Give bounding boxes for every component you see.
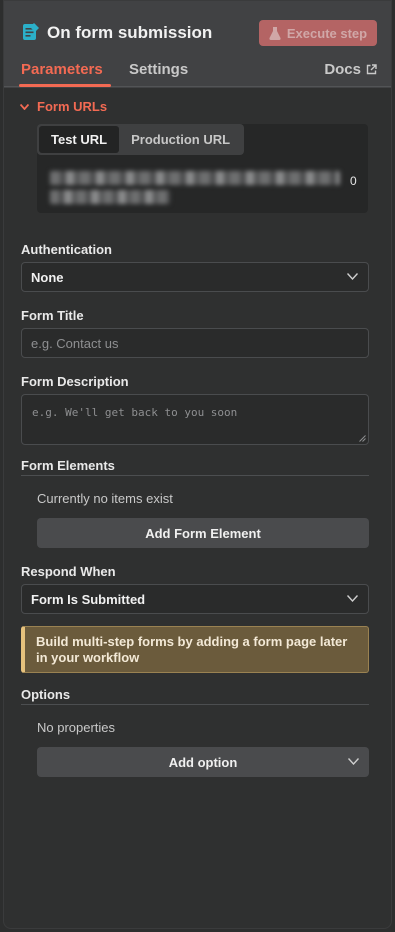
chevron-down-icon (347, 273, 358, 280)
test-url-option[interactable]: Test URL (39, 126, 120, 153)
resize-grip-icon[interactable] (359, 435, 366, 442)
options-divider (21, 704, 369, 705)
active-tab-indicator (19, 84, 111, 87)
redacted-url-line (50, 171, 340, 185)
url-tail-text: 0 (350, 174, 357, 188)
form-urls-label: Form URLs (37, 99, 108, 114)
form-elements-empty: Currently no items exist (37, 491, 173, 506)
parameters-content (4, 88, 391, 928)
form-title-label: Form Title (21, 308, 84, 323)
multi-step-notice: Build multi-step forms by adding a form … (21, 626, 369, 673)
form-node-icon (23, 23, 39, 40)
respond-when-value: Form Is Submitted (31, 591, 146, 607)
form-elements-label: Form Elements (21, 458, 115, 473)
docs-label: Docs (324, 61, 361, 78)
form-title-input[interactable]: e.g. Contact us (21, 328, 369, 358)
add-option-button[interactable]: Add option (37, 747, 369, 777)
production-url-option[interactable]: Production URL (119, 126, 242, 153)
tab-parameters[interactable]: Parameters (21, 61, 103, 78)
form-elements-divider (21, 475, 369, 476)
options-empty: No properties (37, 720, 116, 735)
authentication-select[interactable]: None (21, 262, 369, 292)
add-option-label: Add option (168, 754, 238, 770)
url-type-toggle: Test URL Production URL (37, 124, 245, 155)
options-label: Options (21, 687, 71, 702)
chevron-down-icon (348, 758, 359, 765)
add-form-element-button[interactable]: Add Form Element (37, 518, 369, 548)
authentication-label: Authentication (21, 242, 112, 257)
chevron-down-icon (347, 595, 358, 602)
redacted-url-line (50, 190, 170, 204)
chevron-down-icon (20, 103, 29, 110)
execute-step-button[interactable]: Execute step (259, 20, 377, 46)
execute-step-label: Execute step (286, 25, 368, 41)
panel-header: On form submission Execute step Paramete… (4, 1, 391, 87)
flask-icon (269, 26, 281, 40)
form-url-value[interactable] (50, 171, 362, 209)
external-link-icon (366, 64, 377, 75)
respond-when-label: Respond When (21, 564, 116, 579)
tab-settings[interactable]: Settings (129, 61, 188, 78)
form-description-label: Form Description (21, 374, 129, 389)
form-description-placeholder: e.g. We'll get back to you soon (32, 406, 238, 419)
form-description-input[interactable]: e.g. We'll get back to you soon (21, 394, 369, 445)
respond-when-select[interactable]: Form Is Submitted (21, 584, 369, 614)
form-urls-toggle[interactable]: Form URLs (20, 99, 107, 114)
tab-docs[interactable]: Docs (324, 61, 377, 78)
authentication-value: None (31, 269, 64, 285)
node-title: On form submission (47, 23, 213, 42)
